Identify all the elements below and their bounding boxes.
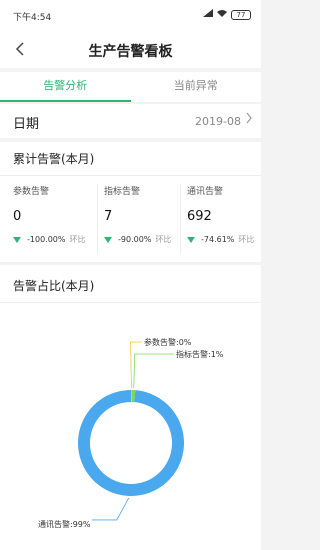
tab-alarm-analysis[interactable]: 告警分析 — [0, 72, 131, 102]
alarm-card-param[interactable]: 参数告警 0 -100.00% 环比 — [13, 184, 99, 254]
date-label: 日期 — [13, 117, 40, 132]
alarm-card-comm[interactable]: 通讯告警 692 -74.61% 环比 — [180, 184, 266, 254]
cumulative-title: 累计告警(本月) — [13, 152, 95, 166]
cumulative-alarms-section: 累计告警(本月) 参数告警 0 -100.00% 环比 指标告警 7 -90.00… — [0, 142, 261, 262]
slice-label: 通讯告警:99% — [38, 519, 91, 529]
alarm-ratio-donut-chart: 参数告警:0% 指标告警:1% 通讯告警:99% — [38, 337, 224, 529]
status-bar: 下午4:54 77 — [0, 0, 261, 30]
card-count: 7 — [104, 209, 113, 224]
tab-bar: 告警分析 当前异常 — [0, 72, 261, 102]
date-value: 2019-08 — [195, 115, 241, 128]
card-name: 指标告警 — [104, 187, 141, 197]
card-count: 692 — [187, 209, 212, 224]
card-name: 通讯告警 — [187, 187, 224, 197]
tab-current-exceptions[interactable]: 当前异常 — [131, 72, 262, 102]
card-name: 参数告警 — [13, 187, 50, 197]
wifi-icon — [217, 9, 227, 20]
signal-icon — [203, 9, 213, 20]
alarm-card-index[interactable]: 指标告警 7 -90.00% 环比 — [97, 184, 183, 254]
chevron-right-icon — [246, 112, 252, 128]
card-change: -90.00% — [118, 235, 152, 244]
battery-icon: 77 — [231, 9, 251, 20]
divider — [0, 175, 261, 176]
down-triangle-icon — [13, 236, 21, 243]
alarm-ratio-section: 告警占比(本月) 参数告警:0% 指标告警:1% 通讯告警:99% — [0, 265, 261, 550]
card-compare-label: 环比 — [238, 235, 255, 244]
down-triangle-icon — [104, 236, 112, 243]
page-title: 生产告警看板 — [88, 44, 173, 60]
card-compare-label: 环比 — [69, 235, 86, 244]
down-triangle-icon — [187, 236, 195, 243]
status-time: 下午4:54 — [13, 13, 52, 23]
card-change: -74.61% — [201, 235, 235, 244]
slice-leader-line — [92, 497, 130, 521]
slice-label: 参数告警:0% — [144, 337, 192, 347]
slice-leader-line — [130, 341, 142, 389]
slice-label: 指标告警:1% — [176, 349, 224, 359]
date-selector[interactable]: 日期 2019-08 — [0, 104, 261, 138]
card-change: -100.00% — [27, 235, 66, 244]
nav-bar: 生产告警看板 — [0, 30, 261, 68]
card-compare-label: 环比 — [155, 235, 172, 244]
slice-leader-line — [133, 353, 174, 389]
card-count: 0 — [13, 209, 22, 224]
pie-slice-2[interactable] — [78, 390, 185, 496]
